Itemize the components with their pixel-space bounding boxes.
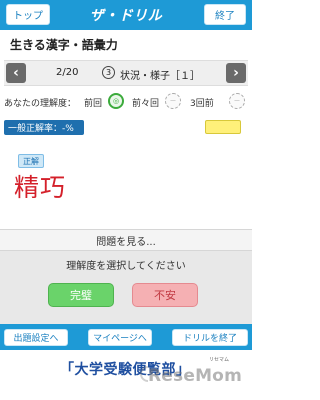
face-good-icon: ◎	[108, 93, 124, 109]
next-arrow-icon[interactable]: ›	[226, 63, 246, 83]
perfect-button[interactable]: 完璧	[48, 283, 114, 307]
history-label-two-before: 前々回	[132, 99, 160, 109]
banner-brand-sub: リセマム	[209, 357, 230, 363]
circled-number-icon: 3	[102, 66, 115, 79]
question-counter: 2/20	[56, 67, 79, 78]
top-button[interactable]: トップ	[6, 4, 50, 25]
correct-answer-tag: 正解	[18, 154, 44, 168]
face-empty-icon: －	[229, 93, 245, 109]
subject-title: 生きる漢字・語彙力	[10, 38, 118, 52]
question-navigator: ‹ 2/20 3 状況・様子［１］ ›	[4, 60, 248, 86]
app-header: トップ ザ・ドリル 終了	[0, 0, 252, 30]
answer-text: 精巧	[14, 173, 67, 202]
unsure-button[interactable]: 不安	[132, 283, 198, 307]
rating-prompt: 理解度を選択してください	[66, 261, 186, 272]
understanding-label: あなたの理解度：	[4, 99, 77, 109]
ad-banner[interactable]: 「大学受験便覧部」 リセマム ReseMom	[0, 350, 252, 400]
mypage-button[interactable]: マイページへ	[88, 329, 152, 346]
settings-button[interactable]: 出題設定へ	[4, 329, 68, 346]
rating-panel: 理解度を選択してください 完璧 不安	[0, 251, 252, 324]
app-logo: ザ・ドリル	[89, 8, 163, 24]
finish-drill-button[interactable]: ドリルを終了	[172, 329, 248, 346]
sticky-note[interactable]	[205, 120, 241, 134]
history-label-previous: 前回	[84, 99, 103, 109]
watermark-text: ReseMom	[148, 366, 242, 386]
topic-label: 状況・様子［１］	[120, 71, 200, 82]
correct-rate-badge: 一般正解率：-%	[4, 120, 84, 135]
prev-arrow-icon[interactable]: ‹	[6, 63, 26, 83]
watermark-logo-icon	[140, 366, 148, 382]
end-button[interactable]: 終了	[204, 4, 246, 25]
show-question-button[interactable]: 問題を見る...	[0, 229, 252, 251]
history-label-three-before: 3回前	[190, 99, 214, 109]
face-empty-icon: －	[165, 93, 181, 109]
footer-bar: 出題設定へ マイページへ ドリルを終了	[0, 324, 252, 350]
